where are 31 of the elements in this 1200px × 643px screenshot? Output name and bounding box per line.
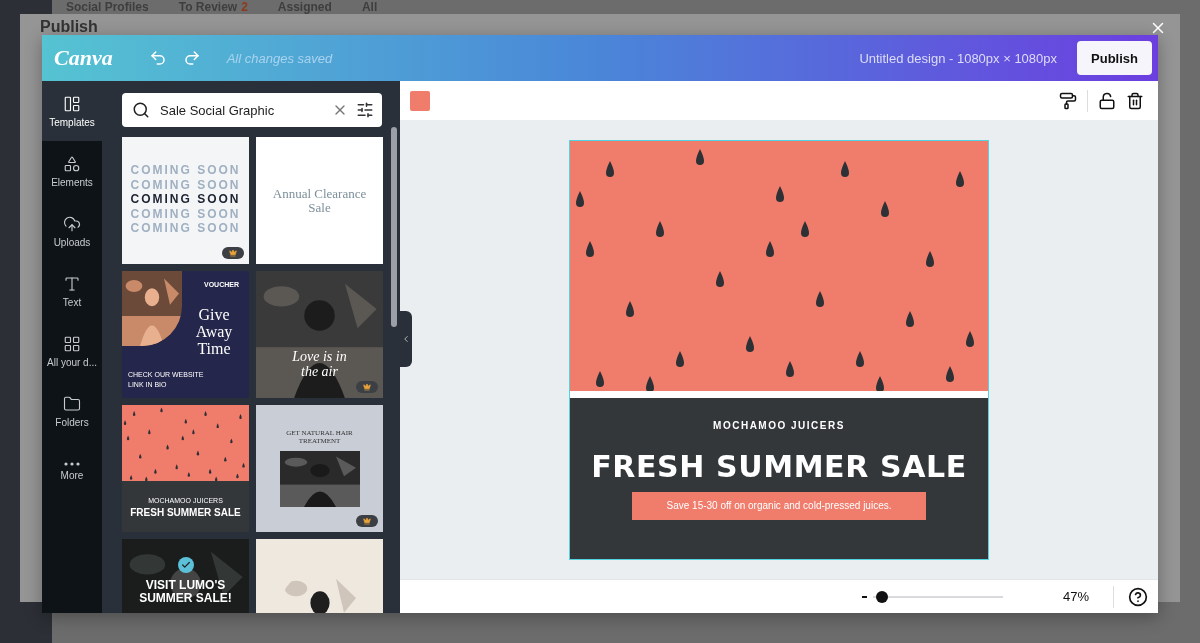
sidebar-item[interactable]: More xyxy=(42,441,102,501)
search-field[interactable]: Sale Social Graphic xyxy=(122,93,382,127)
offer-banner: Save 15-30 off on organic and cold-pressed juices. xyxy=(632,491,926,520)
template-title: Annual Clearance Sale xyxy=(271,186,368,215)
template-text: COMING SOON xyxy=(130,193,241,206)
save-status: All changes saved xyxy=(226,50,333,66)
sidebar-item[interactable]: Folders xyxy=(42,381,102,441)
sidebar-item[interactable]: Templates xyxy=(42,81,102,141)
sidebar-item[interactable]: All your d... xyxy=(42,321,102,381)
template-title: Give Away Time xyxy=(194,307,234,358)
template-title: Love is in the air xyxy=(291,349,348,380)
template-text: COMING SOON xyxy=(130,207,241,221)
sidebar-item[interactable]: Text xyxy=(42,261,102,321)
template-title: FRESH SUMMER SALE xyxy=(130,507,241,519)
template-text: COMING SOON xyxy=(130,222,241,235)
template-text: COMING SOON xyxy=(130,164,241,177)
template-card[interactable]: Love is in the air xyxy=(256,271,383,398)
sidebar-item[interactable]: Elements xyxy=(42,141,102,201)
design-canvas[interactable]: MOCHAMOO JUICERS FRESH SUMMER SALE Save 15-30 off on organic and cold-pressed juices. xyxy=(569,139,989,560)
publish-button[interactable]: Publish xyxy=(1077,41,1152,75)
template-card[interactable]: Annual Clearance Sale xyxy=(256,137,383,264)
template-text: COMING SOON xyxy=(130,178,241,192)
zoom-reading: 47% xyxy=(1062,589,1089,604)
template-card[interactable]: COMING SOON COMING SOON COMING SOON COMING SOON COMING SOON xyxy=(122,137,249,264)
dialog-title: Publish xyxy=(40,18,98,36)
design-title: Untitled design - 1080px × 1080px xyxy=(859,50,1058,66)
brand-text: MOCHAMOO JUICERS xyxy=(713,419,845,431)
headline: FRESH SUMMER SALE xyxy=(591,448,967,484)
template-title: VISIT LUMO'S SUMMER SALE! xyxy=(138,579,233,605)
logo: Canva xyxy=(54,45,113,71)
sidebar-item[interactable]: Uploads xyxy=(42,201,102,261)
